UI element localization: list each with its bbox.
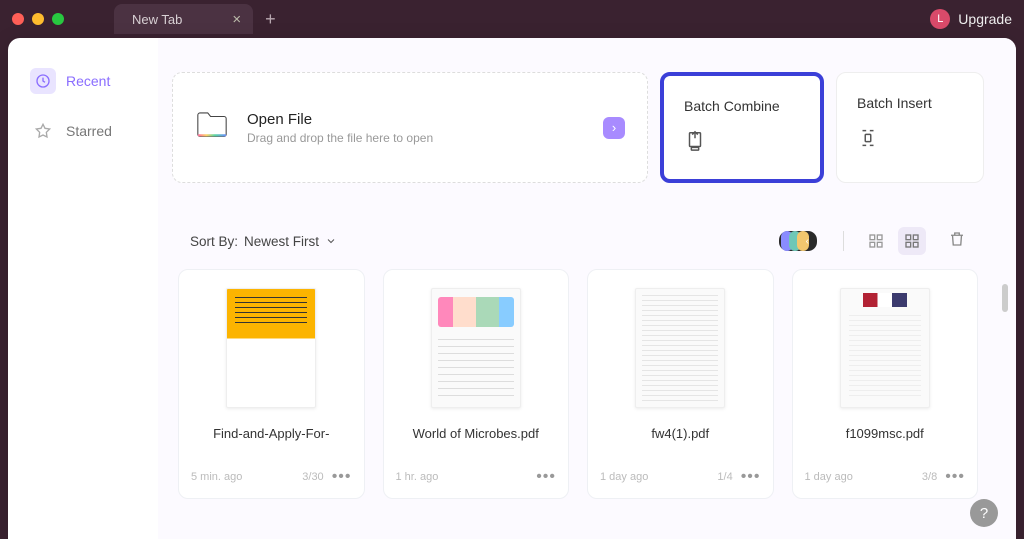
file-pages: 3/30 [302, 471, 323, 483]
file-card[interactable]: fw4(1).pdf 1 day ago 1/4 ••• [587, 269, 774, 499]
file-name: fw4(1).pdf [651, 426, 709, 460]
file-time: 1 hr. ago [396, 471, 439, 483]
open-file-title: Open File [247, 111, 433, 128]
view-list-button[interactable] [862, 227, 890, 255]
file-thumbnail [635, 288, 725, 408]
sidebar-item-recent[interactable]: Recent [22, 60, 144, 102]
file-more-button[interactable]: ••• [945, 468, 965, 486]
file-time: 5 min. ago [191, 471, 242, 483]
tab-title: New Tab [132, 12, 182, 27]
help-button[interactable]: ? [970, 499, 998, 527]
file-card[interactable]: World of Microbes.pdf 1 hr. ago ••• [383, 269, 570, 499]
star-icon [30, 118, 56, 144]
file-thumbnail [431, 288, 521, 408]
file-thumbnail [840, 288, 930, 408]
close-window[interactable] [12, 13, 24, 25]
minimize-window[interactable] [32, 13, 44, 25]
separator [843, 231, 844, 251]
file-card[interactable]: f1099msc.pdf 1 day ago 3/8 ••• [792, 269, 979, 499]
scrollbar[interactable] [1002, 284, 1008, 312]
maximize-window[interactable] [52, 13, 64, 25]
close-tab-icon[interactable]: × [232, 11, 241, 28]
file-name: World of Microbes.pdf [413, 426, 539, 460]
sidebar: Recent Starred [8, 38, 158, 539]
batch-combine-card[interactable]: Batch Combine [660, 72, 824, 183]
sort-by-label: Sort By: [190, 234, 238, 249]
file-thumbnail [226, 288, 316, 408]
sidebar-item-label: Recent [66, 73, 110, 89]
file-pages: 1/4 [717, 471, 732, 483]
open-file-subtitle: Drag and drop the file here to open [247, 131, 433, 145]
trash-button[interactable] [948, 230, 966, 253]
file-more-button[interactable]: ••• [332, 468, 352, 486]
window-controls[interactable] [12, 13, 64, 25]
browser-tab[interactable]: New Tab × [114, 4, 253, 34]
batch-insert-card[interactable]: Batch Insert [836, 72, 984, 183]
file-name: Find-and-Apply-For- [213, 426, 329, 460]
file-time: 1 day ago [600, 471, 648, 483]
file-more-button[interactable]: ••• [536, 468, 556, 486]
sort-by-value: Newest First [244, 234, 319, 249]
sidebar-item-label: Starred [66, 123, 112, 139]
new-tab-button[interactable]: + [265, 9, 276, 30]
open-file-card[interactable]: Open File Drag and drop the file here to… [172, 72, 648, 183]
file-name: f1099msc.pdf [846, 426, 924, 460]
folder-icon [195, 108, 229, 147]
file-pages: 3/8 [922, 471, 937, 483]
clock-icon [30, 68, 56, 94]
sidebar-item-starred[interactable]: Starred [22, 110, 144, 152]
file-time: 1 day ago [805, 471, 853, 483]
color-filter-toggle[interactable]: ‹ [779, 231, 817, 251]
file-card[interactable]: Find-and-Apply-For- 5 min. ago 3/30 ••• [178, 269, 365, 499]
view-grid-button[interactable] [898, 227, 926, 255]
upgrade-label: Upgrade [958, 11, 1012, 27]
batch-insert-label: Batch Insert [857, 95, 963, 111]
combine-icon [684, 130, 800, 157]
batch-combine-label: Batch Combine [684, 98, 800, 114]
open-file-arrow[interactable]: › [603, 117, 625, 139]
sort-by-dropdown[interactable]: Sort By: Newest First [190, 234, 337, 249]
insert-icon [857, 127, 963, 154]
upgrade-button[interactable]: L Upgrade [930, 9, 1012, 29]
chevron-left-icon: ‹ [806, 236, 809, 247]
avatar: L [930, 9, 950, 29]
chevron-down-icon [325, 235, 337, 247]
file-more-button[interactable]: ••• [741, 468, 761, 486]
